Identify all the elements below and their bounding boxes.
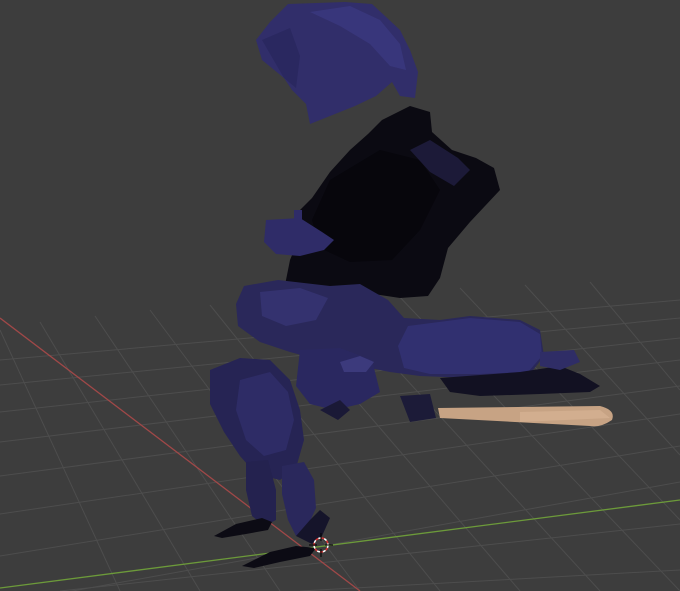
3d-viewport[interactable] bbox=[0, 0, 680, 591]
left-foot bbox=[214, 518, 272, 538]
y-axis-line bbox=[0, 499, 680, 589]
viewport-canvas[interactable] bbox=[0, 0, 680, 591]
mech-model[interactable] bbox=[210, 2, 600, 568]
